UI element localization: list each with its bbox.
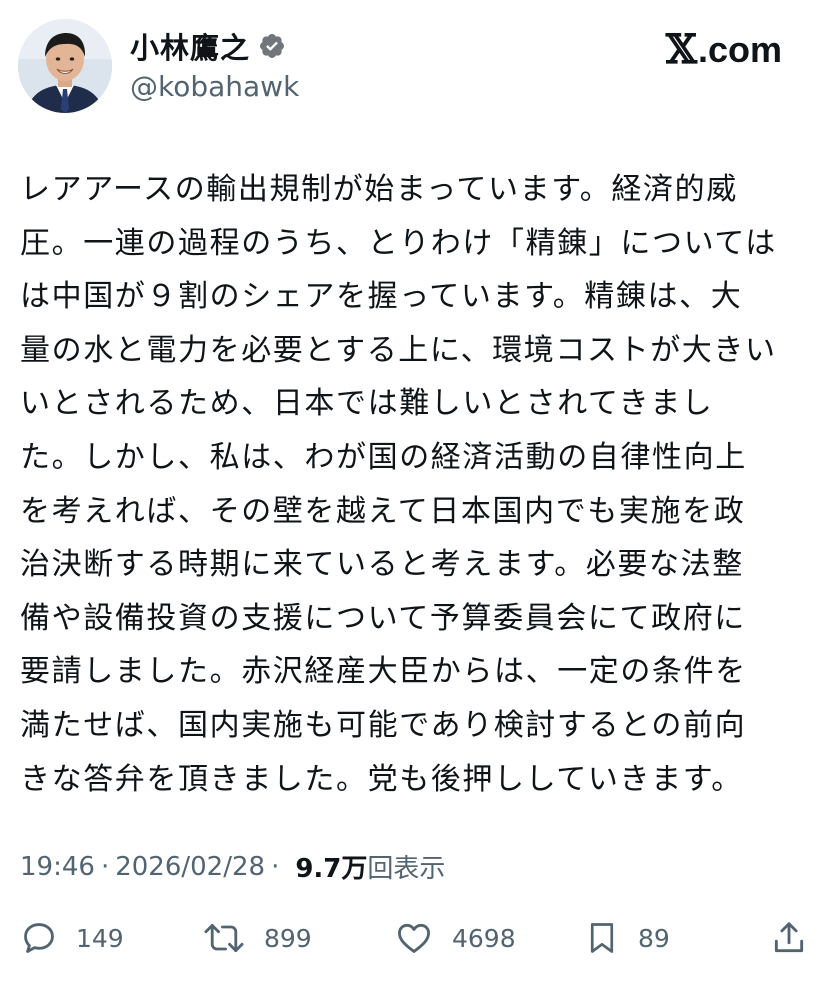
profile-photo [18,19,112,113]
post-line: いとされるため、日本では難しいとされてきまし [20,386,714,422]
post-line: レアアースの輸出規制が始まっています。経済的威 [20,172,738,207]
views-count: 9.7万 [295,854,368,884]
post-line: 治決断する時期に来ていると考えます。必要な法整 [20,547,744,583]
post-line: 満たせば、国内実施も可能であり検討するとの前向 [20,707,747,743]
like-button[interactable]: 4698 [394,910,516,966]
verified-badge-icon [258,32,286,60]
post-line: は中国が９割のシェアを握っています。精錬は、大 [20,279,743,315]
reply-count: 149 [76,923,124,953]
repost-icon [204,924,244,952]
bookmark-count: 89 [638,923,670,953]
meta-separator: · [271,851,280,882]
post-line: を考えれば、その壁を越えて日本国内でも実施を政 [20,493,746,529]
action-bar: 149 899 4698 89 [0,910,828,966]
meta-separator: · [100,851,110,882]
post-line: 要請しました。赤沢経産大臣からは、一定の条件を [20,654,747,690]
post-date[interactable]: 2026/02/28 [115,852,265,882]
views-label: 回表示 [367,854,446,884]
heart-icon [398,923,430,953]
like-count: 4698 [452,923,516,953]
post-line: 圧。一連の過程のうち、とりわけ「精錬」については [20,225,777,261]
brand-logo: 𝕏 .com [666,26,782,73]
author-name-row[interactable]: 小林鷹之 [130,26,286,66]
reply-icon [24,923,54,953]
share-icon [774,922,804,953]
post-text: レアアースの輸出規制が始まっています。経済的威 圧。一連の過程のうち、とりわけ「… [20,163,810,806]
bookmark-icon [590,923,614,953]
avatar[interactable] [18,19,112,113]
reply-button[interactable]: 149 [20,910,124,966]
author-display-name[interactable]: 小林鷹之 [130,25,250,67]
x-logo-icon: 𝕏 [665,26,697,73]
share-button[interactable] [770,910,808,966]
post-meta: 19:46 · 2026/02/28 · 9.7万 回表示 [20,848,445,885]
repost-button[interactable]: 899 [202,910,312,966]
repost-count: 899 [264,923,312,953]
post-line: 量の水と電力を必要とする上に、環境コストが大きい [20,332,777,368]
bookmark-button[interactable]: 89 [584,910,670,966]
brand-domain: .com [697,28,782,70]
author-handle[interactable]: @kobahawk [130,70,299,103]
post-line: た。しかし、私は、わが国の経済活動の自律性向上 [20,439,747,475]
post-line: きな答弁を頂きました。党も後押ししていきます。 [20,761,743,797]
post-line: 備や設備投資の支援について予算委員会にて政府に [20,600,746,636]
post-time[interactable]: 19:46 [20,852,95,882]
